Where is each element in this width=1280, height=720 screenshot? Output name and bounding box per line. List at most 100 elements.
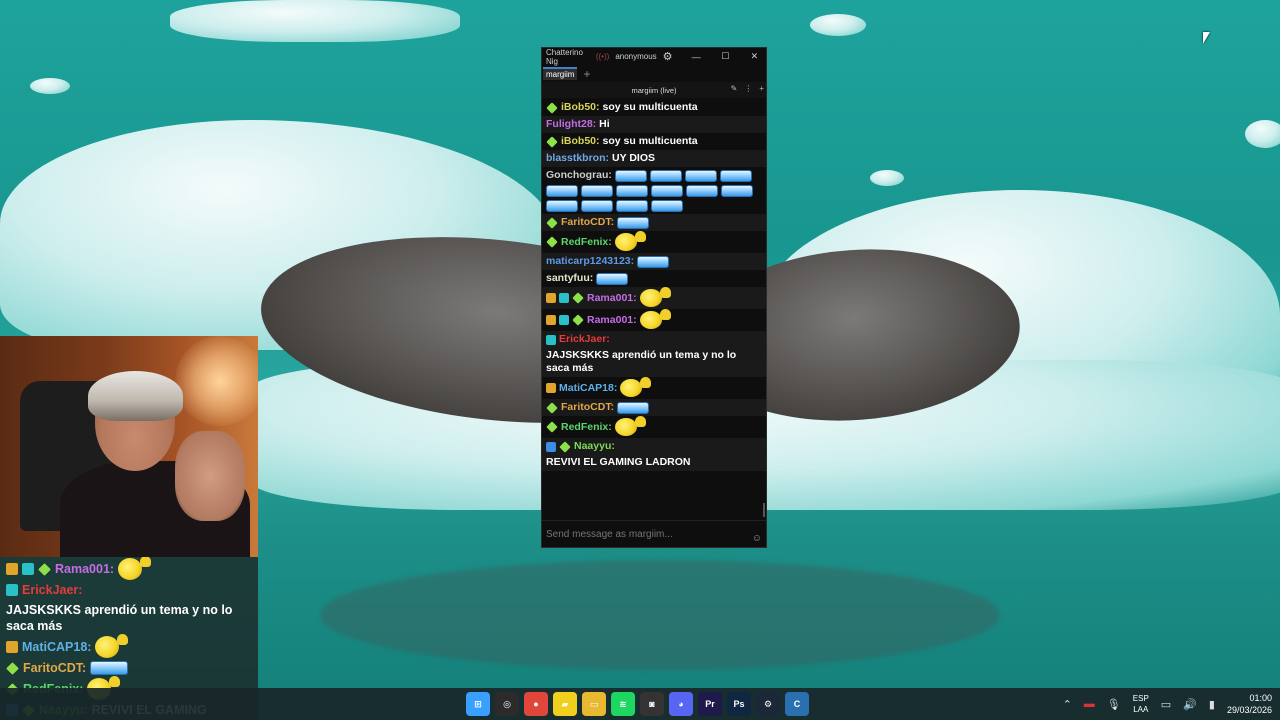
chat-message[interactable]: Naayyu: REVIVI EL GAMING LADRON [542, 438, 766, 471]
sub-badge-icon[interactable] [559, 293, 569, 303]
emote-bar-icon[interactable] [616, 185, 648, 197]
split-add-icon[interactable]: + [759, 84, 764, 93]
chat-message[interactable]: RedFenix: [542, 416, 766, 438]
emote-bar-icon[interactable] [614, 169, 647, 182]
emote-bar-icon[interactable] [686, 185, 718, 197]
chat-message[interactable]: iBob50: soy su multicuenta [542, 133, 766, 150]
sub-badge-icon[interactable] [559, 315, 569, 325]
obs-icon[interactable]: ◎ [495, 692, 519, 716]
emote-face-icon[interactable] [95, 634, 129, 658]
chat-username[interactable]: blasstkbron: [546, 152, 609, 165]
premiere-icon[interactable]: Pr [698, 692, 722, 716]
chat-message[interactable]: iBob50: soy su multicuenta [542, 99, 766, 116]
chat-username[interactable]: santyfuu: [546, 272, 593, 285]
chat-message[interactable]: FaritoCDT: [542, 214, 766, 231]
flag-icon[interactable]: ▬ [1084, 698, 1095, 710]
windows-start-icon[interactable]: ⊞ [466, 692, 490, 716]
chat-username[interactable]: RedFenix: [561, 421, 612, 434]
chat-username[interactable]: FaritoCDT: [561, 216, 614, 229]
chat-username[interactable]: RedFenix: [561, 236, 612, 249]
capture-icon[interactable]: ◙ [640, 692, 664, 716]
chat-username[interactable]: Rama001: [55, 561, 114, 577]
chat-message[interactable]: Gonchograu: [542, 167, 766, 214]
emoji-picker-icon[interactable]: ☺ [752, 533, 762, 544]
emote-bar-icon[interactable] [651, 185, 683, 197]
show-hidden-icons-chevron-icon[interactable]: ⌃ [1063, 698, 1072, 711]
emote-bar-icon[interactable] [617, 216, 650, 229]
chat-message[interactable]: Fulight28: Hi [542, 116, 766, 133]
file-explorer-icon[interactable]: ▭ [582, 692, 606, 716]
chat-message[interactable]: RedFenix: [542, 231, 766, 253]
chat-username[interactable]: iBob50: [561, 135, 600, 148]
crown-badge-icon[interactable] [546, 315, 556, 325]
emote-face-icon[interactable] [614, 231, 646, 251]
chat-message[interactable]: MatiCAP18: [542, 377, 766, 399]
minimize-button[interactable]: — [685, 52, 708, 62]
chat-username[interactable]: MatiCAP18: [22, 639, 91, 655]
chat-message[interactable]: blasstkbron: UY DIOS [542, 150, 766, 167]
steam-icon[interactable]: ⚙ [756, 692, 780, 716]
emote-face-icon[interactable] [118, 557, 152, 580]
chatterino-icon[interactable]: C [785, 692, 809, 716]
tab-margiim[interactable]: margiim [543, 67, 578, 80]
emote-face-icon[interactable] [639, 309, 671, 329]
battery-icon[interactable]: ▮ [1209, 698, 1215, 711]
diamond-badge-icon[interactable] [6, 661, 19, 675]
network-icon[interactable]: ▭ [1161, 698, 1171, 711]
chat-message[interactable]: santyfuu: [542, 270, 766, 287]
edit-icon[interactable]: ✎ [731, 84, 738, 93]
chat-message[interactable]: Rama001: [542, 287, 766, 309]
chat-message[interactable]: maticarp1243123: [542, 253, 766, 270]
diamond-badge-icon[interactable] [38, 562, 51, 576]
language-indicator[interactable]: ESP LAA [1133, 693, 1149, 715]
emote-bar-icon[interactable] [649, 169, 682, 182]
sticky-notes-icon[interactable]: ▰ [553, 692, 577, 716]
close-button[interactable]: ✕ [743, 51, 766, 62]
diamond-badge-icon[interactable] [546, 401, 558, 414]
diamond-badge-icon[interactable] [559, 440, 571, 453]
diamond-badge-icon[interactable] [546, 236, 558, 248]
chat-username[interactable]: maticarp1243123: [546, 255, 634, 268]
emote-bar-icon[interactable] [581, 200, 613, 212]
message-list[interactable]: iBob50: soy su multicuenta Fulight28: Hi iBo… [542, 99, 766, 523]
emote-bar-icon[interactable] [596, 272, 629, 285]
chat-username[interactable]: ErickJaer: [22, 582, 82, 598]
more-options-icon[interactable]: ⋮ [744, 84, 752, 93]
chat-username[interactable]: MatiCAP18: [559, 382, 617, 395]
emote-face-icon[interactable] [639, 287, 671, 307]
prime-badge-icon[interactable] [546, 441, 556, 452]
emote-bar-icon[interactable] [719, 169, 752, 182]
spotify-icon[interactable]: ≋ [611, 692, 635, 716]
volume-icon[interactable]: 🔊 [1183, 698, 1197, 711]
crown-badge-icon[interactable] [6, 563, 18, 575]
emote-bar-icon[interactable] [721, 185, 753, 197]
sub-badge-icon[interactable] [546, 334, 556, 345]
chat-scrollbar[interactable] [762, 99, 765, 523]
chat-message[interactable]: ErickJaer: JAJSKSKKS aprendió un tema y n… [0, 581, 258, 635]
emote-bar-icon[interactable] [651, 200, 683, 212]
chat-message[interactable]: FaritoCDT: [0, 659, 258, 677]
chat-message[interactable]: FaritoCDT: [542, 399, 766, 416]
chat-message[interactable]: Rama001: [542, 309, 766, 331]
emote-face-icon[interactable] [614, 416, 646, 436]
settings-gear-icon[interactable]: ⚙ [663, 50, 673, 63]
chat-username[interactable]: Gonchograu: [546, 169, 612, 182]
add-tab-button[interactable]: + [583, 67, 590, 81]
diamond-badge-icon[interactable] [572, 314, 584, 326]
chrome-icon[interactable]: ● [524, 692, 548, 716]
chat-message[interactable]: MatiCAP18: [0, 634, 258, 659]
emote-bar-icon[interactable] [617, 401, 650, 414]
emote-bar-icon[interactable] [616, 200, 648, 212]
sub-badge-icon[interactable] [6, 584, 18, 596]
chat-username[interactable]: Fulight28: [546, 118, 596, 131]
diamond-badge-icon[interactable] [546, 216, 558, 229]
chat-username[interactable]: Rama001: [587, 292, 637, 305]
diamond-badge-icon[interactable] [572, 292, 584, 304]
account-name[interactable]: anonymous [615, 52, 656, 61]
diamond-badge-icon[interactable] [546, 421, 558, 433]
clock[interactable]: 01:00 29/03/2026 [1227, 692, 1272, 716]
emote-bar-icon[interactable] [637, 255, 670, 268]
chat-username[interactable]: iBob50: [561, 101, 600, 114]
chat-username[interactable]: FaritoCDT: [23, 660, 86, 676]
sub-badge-icon[interactable] [22, 563, 34, 575]
